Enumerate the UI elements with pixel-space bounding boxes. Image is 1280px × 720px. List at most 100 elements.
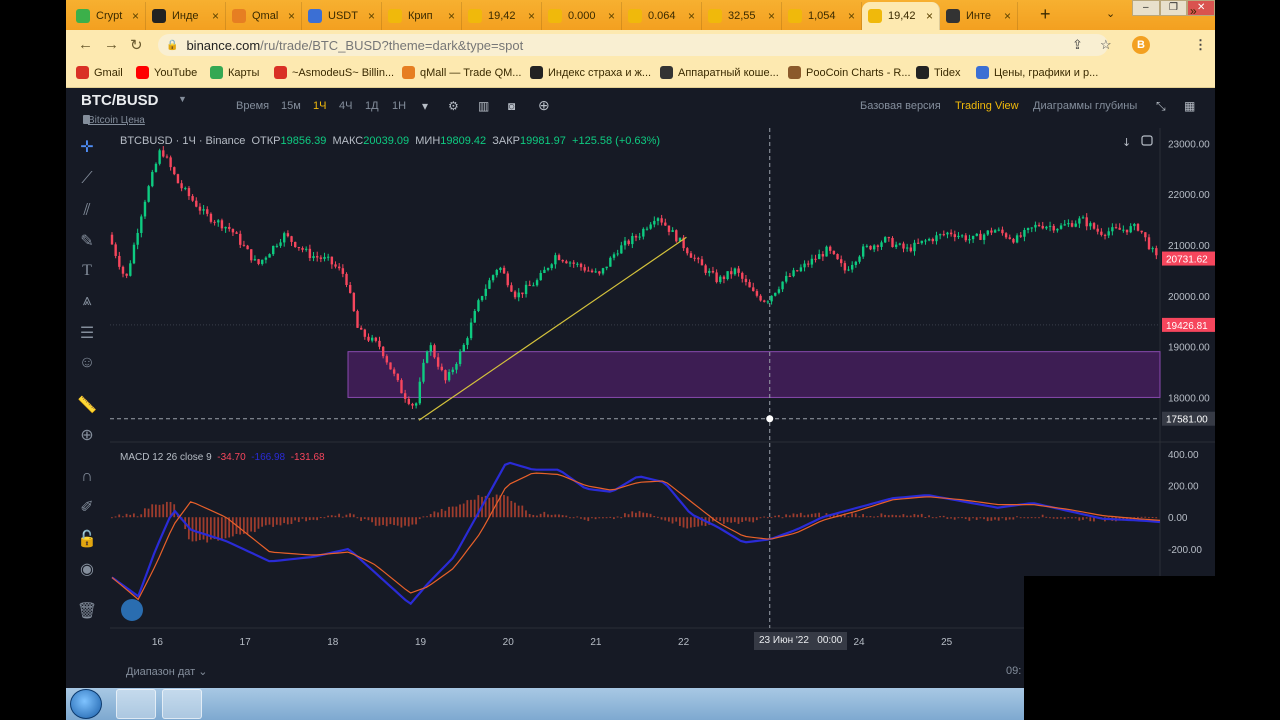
bookmark-item[interactable]: qMall — Trade QM... [402, 66, 521, 79]
browser-tab[interactable]: Крип × [382, 2, 462, 30]
candle-body [283, 233, 286, 243]
bookmark-item[interactable]: ~AsmodeuS~ Billin... [274, 66, 394, 79]
emoji-icon[interactable]: ☺ [76, 352, 98, 374]
timeframe-option[interactable]: 1Д [365, 100, 379, 112]
eye-icon[interactable]: ◉ [76, 558, 98, 580]
tab-close-icon[interactable]: × [212, 9, 219, 23]
tab-search-icon[interactable]: ⌄ [1106, 7, 1115, 20]
candle-type-icon[interactable]: ▥ [478, 99, 489, 113]
bookmarks-more-icon[interactable]: » [1190, 4, 1197, 18]
taskbar-app-icon[interactable] [162, 689, 202, 719]
macd-histogram-bar [1151, 516, 1154, 518]
back-icon[interactable]: ← [78, 36, 93, 53]
start-button[interactable] [70, 689, 102, 719]
candle-body [894, 244, 898, 248]
tab-close-icon[interactable]: × [688, 9, 695, 23]
browser-tab[interactable]: 1,054 × [782, 2, 862, 30]
timeframe-option[interactable]: 1Н [392, 100, 406, 112]
indicator-settings-icon[interactable]: ⚙ [448, 99, 459, 113]
tab-close-icon[interactable]: × [768, 9, 775, 23]
timeframe-dropdown-icon[interactable]: ▾ [422, 99, 428, 113]
tab-close-icon[interactable]: × [368, 9, 375, 23]
bookmark-item[interactable]: Цены, графики и р... [976, 66, 1098, 79]
candle-body [1048, 225, 1052, 227]
address-bar[interactable]: 🔒 binance.com/ru/trade/BTC_BUSD?theme=da… [158, 34, 1108, 56]
expand-icon[interactable]: ⤡ [1156, 99, 1166, 114]
taskbar-chrome-icon[interactable] [116, 689, 156, 719]
minimize-button[interactable]: – [1132, 0, 1160, 16]
profile-avatar[interactable]: B [1132, 36, 1150, 54]
candle-body [616, 253, 619, 255]
pair-subtitle-link[interactable]: Bitcoin Цена [88, 115, 145, 126]
tab-close-icon[interactable]: × [848, 9, 855, 23]
macd-histogram-bar [503, 495, 505, 518]
browser-tab[interactable]: Crypt × [70, 2, 146, 30]
macd-histogram-bar [220, 517, 223, 541]
view-option[interactable]: Базовая версия [860, 100, 941, 112]
date-range-button[interactable]: Диапазон дат ⌄ [126, 665, 207, 678]
macd-histogram-bar [514, 502, 516, 518]
bookmark-item[interactable]: YouTube [136, 66, 197, 79]
new-tab-button[interactable]: + [1040, 4, 1051, 25]
trendline-icon[interactable]: ⟋ [76, 168, 98, 190]
layout-grid-icon[interactable]: ▦ [1184, 99, 1195, 113]
view-option[interactable]: Диаграммы глубины [1033, 100, 1137, 112]
pair-dropdown-icon[interactable]: ▼ [178, 94, 187, 104]
candle-body [693, 257, 696, 259]
zoom-in-icon[interactable]: ⊕ [76, 424, 98, 446]
tab-close-icon[interactable]: × [448, 9, 455, 23]
magnet-icon[interactable]: ∩ [76, 466, 98, 488]
lock-drawing-icon[interactable]: ✐ [76, 496, 98, 518]
trash-icon[interactable]: 🗑 [76, 600, 98, 622]
menu-icon[interactable]: ⋮ [1194, 37, 1207, 53]
tab-title: Qmal [252, 10, 279, 22]
browser-tab[interactable]: 19,42 × [862, 2, 940, 30]
tab-close-icon[interactable]: × [288, 9, 295, 23]
timeframe-option[interactable]: 15м [281, 100, 301, 112]
add-indicator-icon[interactable]: ⊕ [538, 97, 550, 114]
timeframe-option[interactable]: 1Ч [313, 100, 326, 112]
fork-tool-icon[interactable]: ⫽ [76, 200, 98, 222]
browser-tab[interactable]: 19,42 × [462, 2, 542, 30]
macd-histogram-bar [1140, 516, 1143, 518]
tab-close-icon[interactable]: × [528, 9, 535, 23]
browser-tab[interactable]: Инте × [940, 2, 1018, 30]
bookmark-star-icon[interactable]: ☆ [1100, 37, 1112, 53]
bookmark-item[interactable]: Tidex [916, 66, 961, 79]
prediction-tool-icon[interactable]: ☰ [76, 322, 98, 344]
bookmark-item[interactable]: Аппаратный коше... [660, 66, 779, 79]
candle-body [931, 238, 935, 242]
text-tool-icon[interactable]: T [76, 260, 98, 282]
pattern-tool-icon[interactable]: ⩓ [76, 290, 98, 312]
browser-tab[interactable]: 0.000 × [542, 2, 622, 30]
bookmark-item[interactable]: Индекс страха и ж... [530, 66, 651, 79]
view-option[interactable]: Trading View [955, 100, 1019, 112]
bookmark-item[interactable]: Карты [210, 66, 259, 79]
browser-tab[interactable]: Инде × [146, 2, 226, 30]
timeframe-option[interactable]: 4Ч [339, 100, 352, 112]
forward-icon[interactable]: → [104, 36, 119, 53]
tab-close-icon[interactable]: × [1004, 9, 1011, 23]
reload-icon[interactable]: ↻ [130, 36, 143, 54]
tab-close-icon[interactable]: × [132, 9, 139, 23]
bookmark-item[interactable]: PooCoin Charts - R... [788, 66, 911, 79]
bookmark-item[interactable]: Gmail [76, 66, 123, 79]
candle-body [634, 236, 638, 238]
browser-tab[interactable]: 32,55 × [702, 2, 782, 30]
tab-close-icon[interactable]: × [926, 9, 933, 23]
crosshair-icon[interactable]: ✛ [76, 136, 98, 158]
camera-icon[interactable]: ◙ [508, 99, 515, 113]
macd-histogram-bar [319, 517, 322, 519]
browser-tab[interactable]: Qmal × [226, 2, 302, 30]
browser-tab[interactable]: USDT × [302, 2, 382, 30]
brush-icon[interactable]: ✎ [76, 230, 98, 252]
restore-button[interactable]: ❐ [1159, 0, 1188, 16]
macd-histogram-bar [986, 517, 989, 522]
share-icon[interactable]: ⇪ [1072, 37, 1083, 53]
timeframe-option[interactable]: Время [236, 100, 269, 112]
unlock-icon[interactable]: 🔓 [76, 528, 98, 550]
browser-tab[interactable]: 0.064 × [622, 2, 702, 30]
tab-close-icon[interactable]: × [608, 9, 615, 23]
pair-title[interactable]: BTC/BUSD [81, 92, 159, 109]
ruler-icon[interactable]: 📏 [76, 394, 98, 416]
